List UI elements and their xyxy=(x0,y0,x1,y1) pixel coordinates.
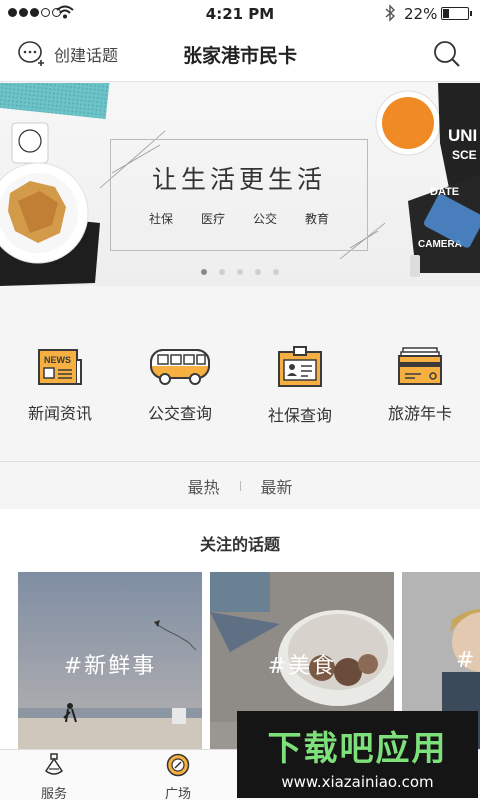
section-heading: 关注的话题 xyxy=(199,535,280,554)
service-label: 社保查询 xyxy=(267,406,332,425)
banner-tag: 社保 xyxy=(148,212,173,226)
service-social-security[interactable]: 社保查询 xyxy=(240,286,360,461)
topic-tag: #美食 xyxy=(267,654,337,679)
tab-square[interactable]: 广场 xyxy=(148,753,208,800)
watermark-url: www.xiazainiao.com xyxy=(281,773,434,791)
news-icon: NEWS xyxy=(38,349,82,385)
carousel-dot[interactable] xyxy=(201,269,207,275)
id-card-icon xyxy=(278,346,322,387)
tab-services[interactable]: 服务 xyxy=(24,753,84,800)
sort-tabs: 最热 最新 xyxy=(0,461,480,509)
bluetooth-icon xyxy=(385,4,396,22)
bus-icon xyxy=(150,349,210,385)
tab-label: 广场 xyxy=(164,787,191,800)
svg-text:SCE: SCE xyxy=(452,148,477,162)
topic-card-fresh-news[interactable]: #新鲜事 xyxy=(18,572,202,749)
banner-slogan-frame: 让生活更生活 社保 医疗 公交 教育 xyxy=(110,139,368,251)
status-bar: 4:21 PM 22% xyxy=(0,0,480,28)
service-grid: NEWS 新闻资讯 公交查询 社保查询 旅游年卡 xyxy=(0,286,480,461)
watermark-overlay: 下载吧应用 www.xiazainiao.com xyxy=(237,711,478,798)
svg-text:UNI: UNI xyxy=(448,126,477,145)
carousel-dot[interactable] xyxy=(255,269,261,275)
service-label: 公交查询 xyxy=(147,404,212,423)
banner-tag: 教育 xyxy=(305,212,330,226)
top-navbar: 创建话题 张家港市民卡 xyxy=(0,28,480,82)
tab-hottest[interactable]: 最热 xyxy=(187,474,219,498)
service-label: 旅游年卡 xyxy=(387,404,452,423)
carousel-dot[interactable] xyxy=(219,269,225,275)
chat-bubble-add-icon xyxy=(18,41,44,66)
travel-card-icon xyxy=(398,347,442,385)
perfume-bottle-icon xyxy=(44,753,64,775)
tab-latest[interactable]: 最新 xyxy=(261,474,293,498)
service-label: 新闻资讯 xyxy=(27,404,92,423)
compass-icon xyxy=(166,753,190,777)
banner-slogan: 让生活更生活 xyxy=(151,165,326,194)
banner-tags: 社保 医疗 公交 教育 xyxy=(111,210,367,227)
create-topic-button[interactable]: 创建话题 xyxy=(16,39,118,69)
carousel-dot[interactable] xyxy=(273,269,279,275)
topic-tag: #新鲜事 xyxy=(63,654,157,679)
banner-tag: 公交 xyxy=(253,212,278,226)
search-icon[interactable] xyxy=(432,39,462,69)
create-topic-label: 创建话题 xyxy=(54,46,119,65)
tab-label: 服务 xyxy=(40,787,67,800)
banner-tag: 医疗 xyxy=(200,212,225,226)
carousel-dot[interactable] xyxy=(237,269,243,275)
topic-tag: # xyxy=(456,648,477,673)
carousel-indicator[interactable] xyxy=(0,269,480,275)
promo-banner[interactable]: UNI SCE DATE CAMERA 让生活更生活 社保 医疗 公交 教育 xyxy=(0,83,480,286)
service-travel-card[interactable]: 旅游年卡 xyxy=(360,286,480,461)
battery-percent: 22% xyxy=(404,5,438,23)
service-news[interactable]: NEWS 新闻资讯 xyxy=(0,286,120,461)
service-bus[interactable]: 公交查询 xyxy=(120,286,240,461)
svg-text:NEWS: NEWS xyxy=(44,355,71,365)
divider xyxy=(239,480,241,491)
watermark-brand: 下载吧应用 xyxy=(267,729,448,769)
battery-icon xyxy=(441,7,472,20)
